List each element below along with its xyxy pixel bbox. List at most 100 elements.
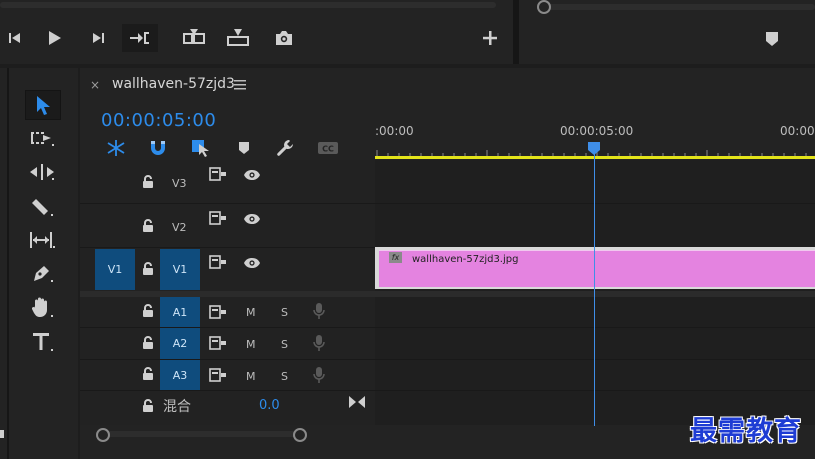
track-lane-a3[interactable] [375,360,815,391]
eye-icon [244,258,260,268]
sync-lock-button[interactable] [209,336,227,350]
mute-button[interactable]: M [246,306,256,319]
track-target-a3[interactable]: A3 [160,360,200,390]
button-editor-button[interactable] [476,24,504,52]
lock-track-button[interactable] [142,367,154,380]
mute-button[interactable]: M [246,338,256,351]
playhead-timecode[interactable]: 00:00:05:00 [101,110,216,131]
lock-track-button[interactable] [142,219,154,232]
play-icon [49,31,61,45]
track-header-v2 [80,204,375,248]
microphone-icon [313,303,325,319]
track-select-icon [31,132,54,146]
lock-icon [143,304,153,317]
close-tab-button[interactable]: × [90,78,104,94]
snap-button[interactable] [146,137,170,159]
filmstrip-icon [209,368,226,382]
playhead-line[interactable] [594,150,595,430]
ruler-label: :00:00 [375,124,414,138]
microphone-icon [313,367,325,383]
add-marker-timeline-button[interactable] [232,137,256,159]
solo-button[interactable]: S [281,338,288,351]
lock-track-button[interactable] [142,175,154,188]
filmstrip-icon [209,167,226,181]
toggle-track-output-button[interactable] [243,257,261,269]
pen-tool[interactable] [25,260,59,288]
toggle-track-output-button[interactable] [243,213,261,225]
solo-button[interactable]: S [281,306,288,319]
lock-icon [143,175,153,188]
sequence-tab-title[interactable]: wallhaven-57zjd3 [112,76,235,92]
bowtie-icon [349,396,365,408]
program-scrollbar[interactable] [0,2,496,8]
track-lane-a1[interactable] [375,297,815,328]
track-header-a1 [80,297,375,328]
panel-menu-button[interactable] [234,80,248,92]
plus-icon [483,31,497,45]
insert-button[interactable] [180,24,208,52]
track-lane-v2[interactable] [375,204,815,248]
svg-text:CC: CC [322,145,334,154]
source-patch-v1[interactable]: V1 [95,249,135,290]
export-frame-button[interactable] [270,24,298,52]
slip-tool[interactable] [25,226,59,254]
step-forward-button[interactable] [85,24,113,52]
hand-tool[interactable] [25,294,59,322]
eye-icon [244,170,260,180]
ripple-edit-tool[interactable] [25,158,59,186]
playhead-handle[interactable] [587,141,601,155]
lock-track-button[interactable] [142,399,154,412]
lock-track-button[interactable] [142,262,154,275]
mute-button[interactable]: M [246,370,256,383]
track-select-tool[interactable] [25,124,59,152]
timeline-settings-button[interactable] [274,137,298,159]
lock-track-button[interactable] [142,336,154,349]
source-monitor-controls [519,0,815,64]
track-target-a1[interactable]: A1 [160,297,200,327]
track-label[interactable]: V2 [172,221,187,234]
play-button[interactable] [40,24,68,52]
step-back-button[interactable] [0,24,28,52]
voiceover-record-button[interactable] [313,335,325,351]
go-to-out-icon [130,32,149,44]
source-scroll-handle[interactable] [537,0,551,14]
sync-lock-button[interactable] [209,167,227,181]
lock-track-button[interactable] [142,304,154,317]
track-target-v1[interactable]: V1 [160,249,200,290]
track-lane-v3[interactable] [375,160,815,204]
work-area-bar[interactable] [375,156,815,159]
overwrite-button[interactable] [224,24,252,52]
nest-sequence-icon [107,140,125,156]
track-lane-a2[interactable] [375,328,815,360]
timeline-zoom-track[interactable] [100,431,300,437]
step-back-icon [9,33,20,43]
sync-lock-button[interactable] [209,368,227,382]
mix-pan-button[interactable] [348,395,366,409]
track-label[interactable]: V3 [172,177,187,190]
type-tool[interactable] [25,328,59,356]
razor-tool[interactable] [25,193,59,221]
go-to-out-button[interactable] [122,24,158,52]
captions-button[interactable]: CC [316,137,340,159]
zoom-handle-right[interactable] [293,428,307,442]
panel-divider [7,68,9,459]
sync-lock-button[interactable] [209,305,227,319]
voiceover-record-button[interactable] [313,303,325,319]
voiceover-record-button[interactable] [313,367,325,383]
toggle-track-output-button[interactable] [243,169,261,181]
solo-button[interactable]: S [281,370,288,383]
selection-tool[interactable] [25,90,61,120]
watermark: 最需教育 [690,416,802,447]
sync-lock-button[interactable] [209,211,227,225]
program-monitor-controls [0,0,513,64]
sync-lock-button[interactable] [209,255,227,269]
linked-selection-button[interactable] [189,137,213,159]
track-target-a2[interactable]: A2 [160,328,200,359]
mix-volume-value[interactable]: 0.0 [259,398,280,413]
eye-icon [244,214,260,224]
add-marker-button[interactable] [766,32,778,46]
zoom-handle-left[interactable] [96,428,110,442]
source-scrollbar[interactable] [539,4,815,10]
panel-edge-handle[interactable] [0,430,4,438]
nest-toggle-button[interactable] [104,137,128,159]
